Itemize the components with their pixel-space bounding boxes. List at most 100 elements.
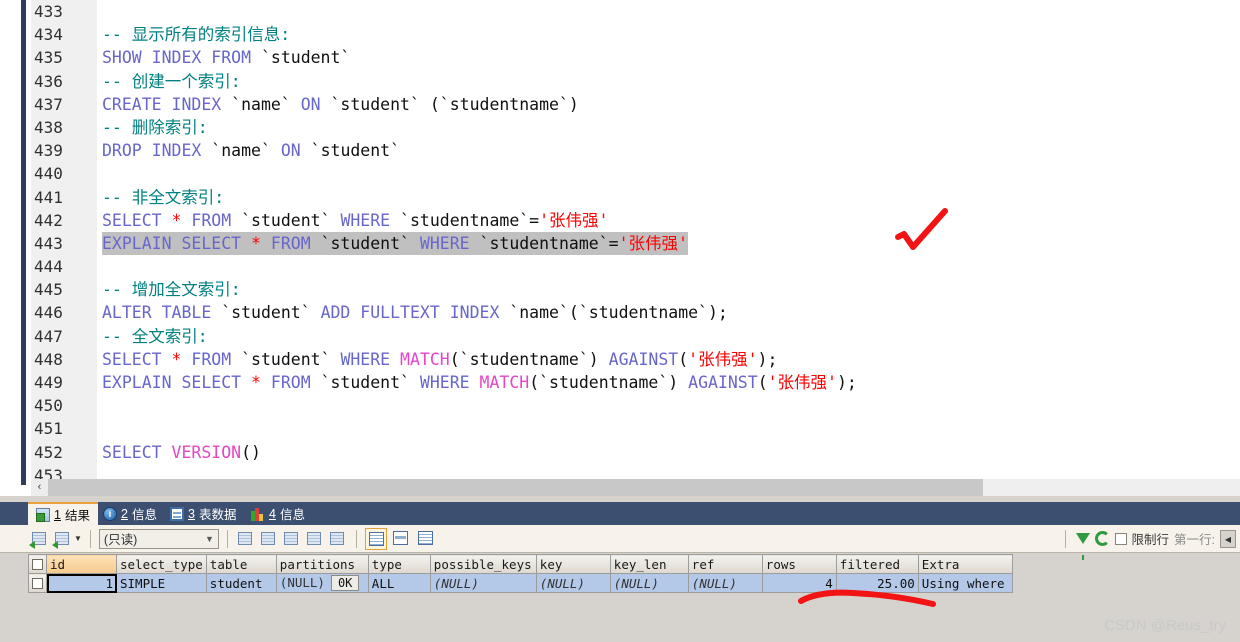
select-all-cell[interactable] bbox=[28, 554, 47, 574]
code-line[interactable]: 438 -- 删除索引: bbox=[31, 115, 1240, 140]
code-line[interactable]: 435 SHOW INDEX FROM `student` bbox=[31, 46, 1240, 70]
text-view-button[interactable] bbox=[415, 528, 437, 550]
edit-mode-select[interactable]: (只读) ▼ bbox=[98, 528, 219, 549]
code-line[interactable]: 452 SELECT VERSION() bbox=[31, 440, 1240, 464]
cell-table[interactable]: student bbox=[205, 573, 277, 593]
funnel-icon[interactable] bbox=[1075, 533, 1090, 560]
sql-code-editor[interactable]: 433 434 -- 显示所有的索引信息: 435 SHOW INDEX FROM `s… bbox=[0, 0, 1240, 485]
code-token: `studentname`= bbox=[479, 233, 619, 253]
floppy-icon[interactable] bbox=[282, 529, 302, 549]
toolbar-right-group: 限制行 第一行: ◀ bbox=[1060, 529, 1240, 560]
chevron-down-icon[interactable]: ▼ bbox=[74, 534, 82, 543]
code-text[interactable]: -- 创建一个索引: bbox=[102, 70, 241, 93]
code-line[interactable]: 446 ALTER TABLE `student` ADD FULLTEXT IN… bbox=[31, 301, 1240, 325]
scroll-left-arrow-icon[interactable]: ‹ bbox=[31, 479, 48, 496]
column-header-filtered[interactable]: filtered bbox=[835, 554, 919, 574]
cell-ref[interactable]: (NULL) bbox=[687, 573, 763, 593]
code-line[interactable]: 447 -- 全文索引: bbox=[31, 324, 1240, 348]
code-line[interactable]: 449 EXPLAIN SELECT * FROM `student` WHERE… bbox=[31, 371, 1240, 395]
first-row-prev-button[interactable]: ◀ bbox=[1220, 529, 1236, 548]
code-line[interactable]: 436 -- 创建一个索引: bbox=[31, 69, 1240, 93]
code-text[interactable]: SELECT * FROM `student` WHERE `studentna… bbox=[102, 209, 609, 232]
code-text[interactable]: EXPLAIN SELECT * FROM `student` WHERE `s… bbox=[102, 231, 688, 256]
tab-label: 结果 bbox=[64, 509, 90, 523]
code-line[interactable]: 442 SELECT * FROM `student` WHERE `studen… bbox=[31, 208, 1240, 232]
cell-rows[interactable]: 4 bbox=[761, 573, 837, 593]
cell-partitions[interactable]: (NULL) 0K bbox=[275, 573, 369, 593]
scrollbar-thumb[interactable] bbox=[48, 479, 983, 496]
column-header-Extra[interactable]: Extra bbox=[917, 554, 1013, 574]
result-tab-2[interactable]: i 2 信息 bbox=[95, 502, 165, 525]
code-text[interactable]: -- 非全文索引: bbox=[102, 186, 224, 209]
revert-icon[interactable] bbox=[259, 529, 279, 549]
code-line[interactable]: 437 CREATE INDEX `name` ON `student` (`st… bbox=[31, 92, 1240, 116]
column-header-table[interactable]: table bbox=[205, 554, 277, 574]
line-number: 437 bbox=[31, 92, 97, 116]
row-select-cell[interactable] bbox=[28, 573, 47, 593]
code-text[interactable]: CREATE INDEX `name` ON `student` (`stude… bbox=[102, 93, 579, 116]
cell-key[interactable]: (NULL) bbox=[535, 573, 611, 593]
table-row[interactable]: 1 SIMPLE student (NULL) 0K ALL (NULL) (NULL) (NU… bbox=[28, 573, 1013, 593]
result-tab-4[interactable]: 4 信息 bbox=[243, 502, 313, 525]
code-line[interactable]: 451 bbox=[31, 417, 1240, 441]
select-all-checkbox[interactable] bbox=[32, 558, 43, 570]
result-tab-1[interactable]: 1 结果 bbox=[28, 502, 98, 525]
code-text[interactable]: SHOW INDEX FROM `student` bbox=[102, 46, 350, 69]
column-header-key[interactable]: key bbox=[535, 554, 611, 574]
editor-horizontal-scrollbar[interactable]: ‹ bbox=[31, 479, 1240, 496]
result-panel: 1 结果 i 2 信息 3 表数据 4 信息 ▼ (只读) ▼ 限制行 第一行:… bbox=[0, 496, 1240, 642]
code-line[interactable]: 441 -- 非全文索引: bbox=[31, 185, 1240, 209]
column-header-possible_keys[interactable]: possible_keys bbox=[429, 554, 537, 574]
cell-select_type[interactable]: SIMPLE bbox=[116, 573, 207, 593]
cell-Extra[interactable]: Using where bbox=[917, 573, 1013, 593]
explain-result-grid[interactable]: id select_type table partitions type possible… bbox=[28, 554, 1040, 594]
grid-export-icon[interactable] bbox=[52, 529, 73, 549]
grid-plus-icon[interactable] bbox=[29, 529, 50, 549]
code-line[interactable]: 434 -- 显示所有的索引信息: bbox=[31, 23, 1240, 47]
result-tab-strip[interactable]: 1 结果 i 2 信息 3 表数据 4 信息 bbox=[0, 502, 1240, 525]
code-line[interactable]: 439 DROP INDEX `name` ON `student` bbox=[31, 139, 1240, 163]
cell-type[interactable]: ALL bbox=[367, 573, 431, 593]
column-header-rows[interactable]: rows bbox=[761, 554, 837, 574]
code-text[interactable]: -- 全文索引: bbox=[102, 325, 208, 348]
code-text[interactable]: EXPLAIN SELECT * FROM `student` WHERE MA… bbox=[102, 371, 857, 394]
code-line[interactable]: 440 bbox=[31, 162, 1240, 186]
code-line[interactable]: 443 EXPLAIN SELECT * FROM `student` WHERE… bbox=[31, 231, 1240, 256]
code-line[interactable]: 445 -- 增加全文索引: bbox=[31, 278, 1240, 302]
code-text[interactable]: SELECT * FROM `student` WHERE MATCH(`stu… bbox=[102, 348, 777, 371]
code-text[interactable]: -- 删除索引: bbox=[102, 116, 208, 139]
cell-value: (NULL) bbox=[433, 575, 479, 591]
limit-rows-checkbox[interactable] bbox=[1114, 532, 1127, 545]
column-header-type[interactable]: type bbox=[367, 554, 431, 574]
code-line[interactable]: 448 SELECT * FROM `student` WHERE MATCH(`… bbox=[31, 347, 1240, 371]
grid-view-button[interactable] bbox=[364, 527, 387, 550]
result-toolbar[interactable]: ▼ (只读) ▼ 限制行 第一行: ◀ bbox=[0, 525, 1240, 560]
refresh-icon[interactable] bbox=[1094, 531, 1110, 546]
result-tab-3[interactable]: 3 表数据 bbox=[162, 502, 244, 525]
code-text[interactable]: ALTER TABLE `student` ADD FULLTEXT INDEX… bbox=[102, 301, 728, 324]
column-header-select_type[interactable]: select_type bbox=[116, 554, 207, 574]
cell-possible_keys[interactable]: (NULL) bbox=[429, 573, 537, 593]
code-line[interactable]: 444 bbox=[31, 255, 1240, 279]
cell-key_len[interactable]: (NULL) bbox=[609, 573, 689, 593]
grid-cancel-icon[interactable] bbox=[328, 529, 348, 549]
cell-id[interactable]: 1 bbox=[46, 573, 117, 593]
code-text[interactable]: SELECT VERSION() bbox=[102, 441, 261, 464]
code-line[interactable]: 450 bbox=[31, 394, 1240, 418]
code-text[interactable]: -- 显示所有的索引信息: bbox=[102, 23, 290, 46]
column-header-id[interactable]: id bbox=[46, 554, 117, 574]
code-lines-container[interactable]: 433 434 -- 显示所有的索引信息: 435 SHOW INDEX FROM `s… bbox=[31, 0, 1240, 485]
column-header-key_len[interactable]: key_len bbox=[609, 554, 689, 574]
code-text[interactable]: DROP INDEX `name` ON `student` bbox=[102, 139, 400, 162]
trash-icon[interactable] bbox=[305, 529, 325, 549]
column-header-ref[interactable]: ref bbox=[687, 554, 763, 574]
row-checkbox[interactable] bbox=[32, 577, 43, 589]
line-number: 434 bbox=[31, 23, 97, 47]
form-view-button[interactable] bbox=[390, 528, 412, 550]
code-line[interactable]: 433 bbox=[31, 0, 1240, 24]
row-add-icon[interactable] bbox=[236, 529, 256, 549]
code-token: SELECT bbox=[102, 210, 172, 230]
code-text[interactable]: -- 增加全文索引: bbox=[102, 278, 241, 301]
column-header-partitions[interactable]: partitions bbox=[275, 554, 369, 574]
cell-filtered[interactable]: 25.00 bbox=[835, 573, 919, 593]
